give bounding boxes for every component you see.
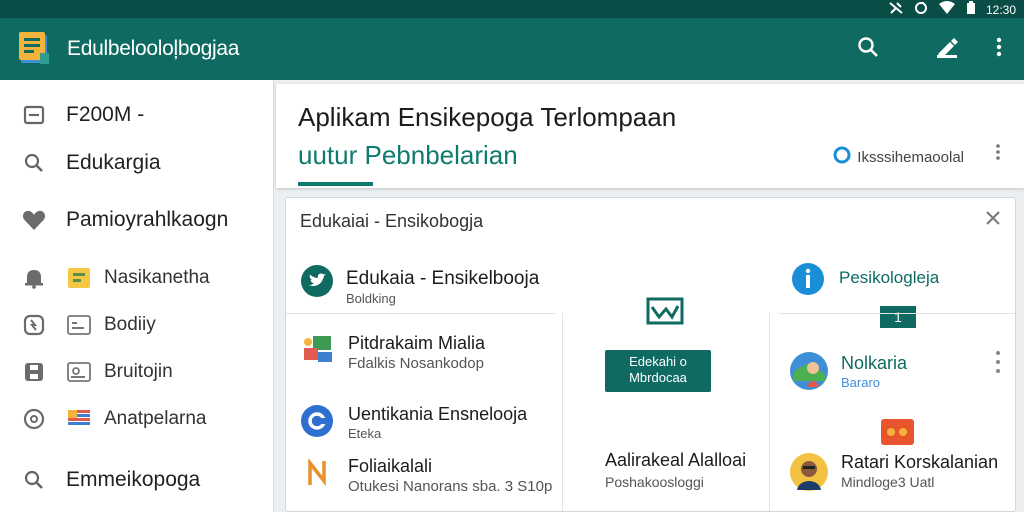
featured-subtitle: Boldking: [346, 291, 396, 306]
sidebar-item-label: F200M -: [66, 103, 145, 126]
info-icon: [791, 262, 825, 296]
list-item[interactable]: Ratari Korskalanian Mindloge3 Uatl: [789, 452, 1009, 496]
header-more-button[interactable]: [988, 142, 1008, 166]
sidebar-item-anatpelarna[interactable]: Anatpelarna: [0, 399, 274, 439]
wifi-icon: [938, 1, 956, 19]
sync-icon: [914, 1, 928, 19]
list-item-subtitle: Bararo: [841, 375, 881, 390]
avatar: [789, 351, 829, 391]
sidebar-item-favorites[interactable]: Pamioyrahlkaogn: [0, 200, 274, 240]
list-item-title: Aalirakeal Alalloai: [605, 450, 747, 470]
heart-icon: [21, 207, 47, 233]
panel-title: Edukaiai - Ensikobogja: [300, 211, 484, 231]
divider: [779, 313, 1015, 314]
page-subtitle: uutur Pebnbelarian: [298, 140, 518, 170]
search-button[interactable]: [853, 34, 883, 64]
sidebar-item-label: Nasikanetha: [104, 267, 210, 288]
list-item-subtitle: Otukesi Nanorans sba. 3 S10p: [348, 478, 553, 495]
sidebar-item-inbox[interactable]: F200M -: [0, 95, 274, 135]
divider: [286, 313, 556, 314]
sidebar-item-label: Bruitojin: [104, 361, 173, 382]
count-badge: 1: [880, 306, 916, 328]
list-item-title: Uentikania Ensnelooja: [348, 404, 528, 424]
bell-icon: [21, 265, 47, 291]
avatar: [789, 452, 829, 492]
more-vert-icon: [995, 350, 1001, 379]
more-options-button[interactable]: [984, 34, 1014, 64]
sidebar-item-label: Pamioyrahlkaogn: [66, 208, 229, 231]
status-icons: 12:30: [888, 1, 1016, 19]
twitter-icon: [300, 264, 334, 298]
app-bar: Edulbelooloļbogjaa: [0, 18, 1024, 80]
content-panel: Edukaiai - Ensikobogja Edukaia - Ensikel…: [285, 197, 1016, 512]
sidebar-item-bodiiy[interactable]: Bodiiy: [0, 305, 274, 345]
sidebar-item-notifications[interactable]: Nasikanetha: [0, 258, 274, 298]
list-item-title: Foliaikalali: [348, 456, 433, 476]
save-icon: [21, 359, 47, 385]
flag-icon: [66, 406, 92, 432]
center-list-item[interactable]: Aalirakeal Alalloai Poshakoosloggi: [605, 450, 765, 494]
item-more-button[interactable]: [988, 349, 1008, 379]
sidebar-item-label: Anatpelarna: [104, 408, 207, 429]
vibrate-icon: [888, 1, 904, 19]
more-vert-icon: [995, 143, 1001, 166]
search-icon: [857, 36, 879, 63]
list-item-subtitle: Poshakoosloggi: [605, 474, 704, 490]
image-icon: [66, 359, 92, 385]
header-link-label: Iksssihemaoolal: [857, 148, 964, 166]
refresh-icon: [21, 312, 47, 338]
list-item[interactable]: Nolkaria Bararo: [789, 351, 989, 395]
edit-icon: [935, 36, 959, 63]
list-item-title: Nolkaria: [841, 353, 908, 373]
divider: [769, 313, 770, 511]
info-circle-icon: [833, 146, 851, 168]
sidebar-item-label: Edukargia: [66, 151, 161, 174]
sidebar-item-label: Bodiiy: [104, 314, 156, 335]
inbox-icon: [21, 102, 47, 128]
sidebar-item-search[interactable]: Edukargia: [0, 143, 274, 183]
media-icon: [300, 333, 334, 367]
list-icon: [66, 312, 92, 338]
featured-item[interactable]: Edukaia - Ensikelbooja Boldking: [300, 264, 600, 310]
sidebar-item-bruitojin[interactable]: Bruitojin: [0, 352, 274, 392]
sidebar-item-label: Emmeikopoga: [66, 468, 201, 491]
letter-n-icon: [300, 456, 334, 490]
list-item-title: Pitdrakaim Mialia: [348, 333, 486, 353]
help-icon: [21, 406, 47, 432]
featured-title: Edukaia - Ensikelbooja: [346, 268, 540, 289]
status-bar: 12:30: [0, 0, 1024, 18]
right-column-title: Pesikologleja: [839, 268, 940, 287]
sidebar-item-search-encyclopedia[interactable]: Emmeikopoga: [0, 460, 274, 500]
header-link[interactable]: Iksssihemaoolal: [833, 146, 964, 168]
chart-icon: [646, 297, 684, 325]
list-item-subtitle: Fdalkis Nosankodop: [348, 355, 484, 372]
battery-icon: [966, 1, 976, 19]
close-button[interactable]: [983, 210, 1003, 230]
list-item[interactable]: Pitdrakaim Mialia Fdalkis Nosankodop: [300, 333, 560, 377]
list-item-subtitle: Mindloge3 Uatl: [841, 474, 935, 490]
status-time: 12:30: [985, 3, 1016, 17]
navigation-drawer: F200M - Edukargia Pamioyrahlkaogn Nasika…: [0, 80, 274, 512]
tag-icon: [881, 419, 914, 445]
app-logo-icon: [16, 29, 52, 67]
header-card: Aplikam Ensikepoga Terlompaan uutur Pebn…: [276, 84, 1024, 188]
center-action-button[interactable]: Edekahi o Mbrdocaa: [605, 350, 711, 392]
list-item[interactable]: Foliaikalali Otukesi Nanorans sba. 3 S10…: [300, 456, 560, 500]
close-icon: [986, 210, 1000, 230]
right-column-header[interactable]: Pesikologleja: [791, 262, 991, 298]
app-title: Edulbelooloļbogjaa: [67, 37, 240, 60]
search-icon: [21, 467, 47, 493]
copyright-icon: [300, 404, 334, 438]
active-tab-indicator: [298, 182, 373, 186]
search-icon: [21, 150, 47, 176]
page-title: Aplikam Ensikepoga Terlompaan: [298, 102, 677, 132]
list-item-title: Ratari Korskalanian: [841, 452, 999, 472]
list-item[interactable]: Uentikania Ensnelooja Eteka: [300, 404, 560, 448]
more-vert-icon: [996, 37, 1002, 62]
list-item-subtitle: Eteka: [348, 426, 382, 441]
edit-button[interactable]: [932, 34, 962, 64]
divider: [562, 313, 563, 511]
notes-icon: [66, 265, 92, 291]
